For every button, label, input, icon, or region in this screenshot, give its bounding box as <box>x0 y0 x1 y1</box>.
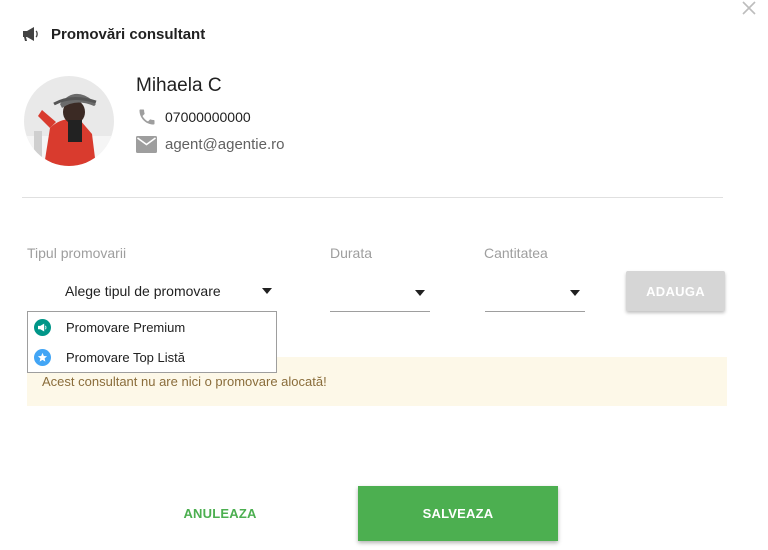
promotion-type-dropdown: Promovare Premium Promovare Top Listă <box>27 311 277 373</box>
agent-email-row: agent@agentie.ro <box>136 134 284 155</box>
divider <box>22 197 723 198</box>
add-button[interactable]: ADAUGA <box>626 271 725 311</box>
dropdown-arrow-icon <box>415 290 425 296</box>
megaphone-icon <box>34 318 51 336</box>
star-icon <box>34 348 51 366</box>
agent-phone-row: 07000000000 <box>136 106 251 127</box>
close-button[interactable] <box>739 0 759 18</box>
option-promovare-premium[interactable]: Promovare Premium <box>28 312 276 342</box>
avatar <box>24 76 114 166</box>
close-icon <box>742 1 756 15</box>
quantity-label: Cantitatea <box>484 245 548 261</box>
agent-phone: 07000000000 <box>165 108 251 125</box>
duration-select[interactable] <box>330 278 430 312</box>
option-label: Promovare Top Listă <box>66 349 185 365</box>
agent-name: Mihaela C <box>136 75 222 96</box>
agent-email: agent@agentie.ro <box>165 136 285 153</box>
megaphone-icon <box>22 25 40 43</box>
promotion-type-label: Tipul promovarii <box>27 245 127 261</box>
dropdown-arrow-icon <box>262 288 272 294</box>
dropdown-arrow-icon <box>570 290 580 296</box>
option-promovare-top-lista[interactable]: Promovare Top Listă <box>28 342 276 372</box>
quantity-select[interactable] <box>485 278 585 312</box>
duration-label: Durata <box>330 245 373 261</box>
phone-icon <box>136 106 157 127</box>
promotion-type-select[interactable]: Alege tipul de promovare <box>47 276 277 306</box>
alert-message: Acest consultant nu are nici o promovare… <box>42 374 327 389</box>
dialog-title: Promovări consultant <box>51 25 206 43</box>
option-label: Promovare Premium <box>66 319 186 335</box>
dialog-header: Promovări consultant <box>22 22 205 46</box>
save-button[interactable]: SALVEAZA <box>358 486 558 541</box>
mail-icon <box>136 134 157 155</box>
cancel-button[interactable]: ANULEAZA <box>160 496 280 530</box>
promotion-type-value: Alege tipul de promovare <box>65 283 221 299</box>
